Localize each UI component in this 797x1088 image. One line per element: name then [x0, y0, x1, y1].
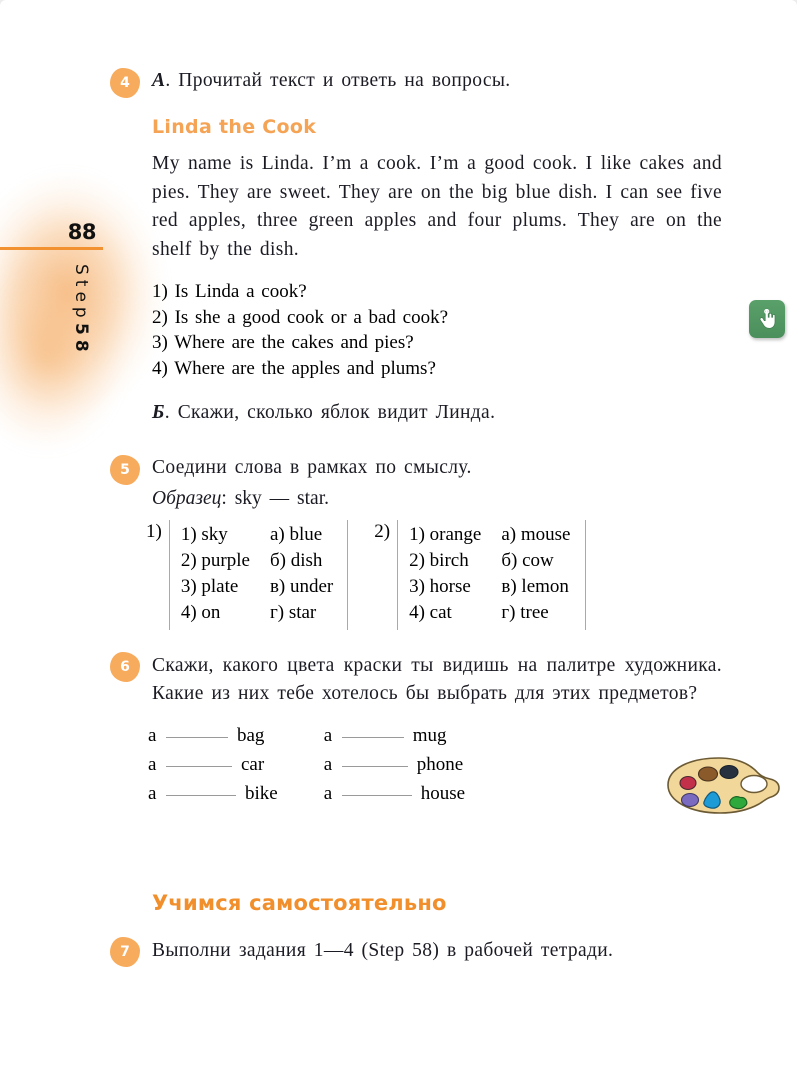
exercise-6-badge[interactable]: 6 [110, 652, 140, 682]
noun: phone [416, 754, 464, 776]
paint-blob-green [729, 796, 748, 810]
exercise-7-instruction: Выполни задания 1—4 (Step 58) в рабочей … [152, 940, 614, 962]
noun: house [420, 783, 466, 805]
blank-column-2: a mug a phone a house [324, 725, 465, 805]
blank-input-line[interactable] [341, 795, 412, 797]
list-item[interactable]: б) cow [501, 548, 570, 574]
noun: bike [245, 783, 278, 805]
matching-box-2-right-column: а) mouse б) cow в) lemon г) tree [501, 522, 570, 626]
matching-box-1: 1) sky 2) purple 3) plate 4) on а) blue … [168, 519, 349, 630]
list-item[interactable]: г) star [270, 600, 333, 626]
textbook-page: 88 Step 58 4 А. Прочитай текст и ответь … [0, 0, 797, 1088]
blank-line: a bag [148, 725, 278, 747]
part-a-marker: А [152, 70, 166, 91]
list-item[interactable]: а) mouse [501, 522, 570, 548]
paint-blob-purple [680, 792, 700, 808]
noun: bag [237, 725, 265, 747]
list-item[interactable]: 1) sky [181, 522, 250, 548]
blank-line: a mug [324, 725, 465, 747]
audio-interactive-button[interactable] [749, 300, 785, 338]
step-word: Step [71, 264, 91, 323]
exercise-5-instruction: Соедини слова в рамках по смыслу. [152, 457, 472, 479]
article: a [148, 725, 157, 747]
blank-line: a house [324, 783, 465, 805]
list-item: 4) Where are the apples and plums? [152, 358, 436, 380]
example-label: Образец [152, 488, 222, 510]
part-b-marker: Б [152, 401, 165, 423]
blank-line: a bike [148, 783, 278, 805]
exercise-5-example: Образец: sky — star. [152, 486, 722, 512]
hand-touch-icon [759, 308, 775, 329]
list-item[interactable]: в) lemon [501, 574, 570, 600]
exercise-6-instruction: Скажи, какого цвета краски ты видишь на … [152, 655, 722, 704]
blank-input-line[interactable] [166, 737, 228, 739]
blank-input-line[interactable] [166, 795, 236, 797]
step-vertical-label: Step 58 [0, 264, 103, 356]
matching-box-1-right-column: а) blue б) dish в) under г) star [270, 522, 333, 626]
list-item[interactable]: 1) orange [409, 522, 481, 548]
article: a [323, 754, 333, 776]
blank-column-1: a bag a car a bike [148, 725, 278, 805]
exercise-5: 5 Соедини слова в рамках по смыслу. Обра… [110, 455, 722, 630]
list-item[interactable]: 4) on [181, 600, 250, 626]
blank-line: a car [148, 754, 278, 776]
blank-line: a phone [324, 754, 465, 776]
noun: mug [412, 725, 447, 747]
page-number: 88 [67, 220, 97, 244]
exercise-4: 4 А. Прочитай текст и ответь на вопросы.… [110, 68, 722, 425]
article: a [323, 725, 333, 747]
matching-group-1: 1) 1) sky 2) purple 3) plate 4) on а) bl… [146, 519, 349, 630]
story-text: My name is Linda. I’m a cook. I’m a good… [152, 152, 722, 261]
matching-boxes-spacer [348, 520, 374, 630]
example-text: : sky — star. [221, 488, 329, 510]
paint-blob-navy [719, 764, 739, 780]
matching-group-1-label: 1) [146, 520, 162, 542]
margin-divider-rule [0, 247, 103, 250]
list-item: 3) Where are the cakes and pies? [152, 332, 414, 354]
list-item[interactable]: в) under [270, 574, 333, 600]
article: a [323, 783, 333, 805]
step-number: 58 [71, 322, 91, 357]
matching-box-1-left-column: 1) sky 2) purple 3) plate 4) on [181, 522, 250, 626]
blank-input-line[interactable] [166, 766, 232, 768]
list-item: 2) Is she a good cook or a bad cook? [152, 306, 449, 328]
exercise-7: 7 Выполни задания 1—4 (Step 58) в рабоче… [110, 937, 722, 968]
exercise-4-question-list: 1) Is Linda a cook? 2) Is she a good coo… [152, 279, 722, 382]
list-item[interactable]: б) dish [270, 548, 333, 574]
list-item[interactable]: 2) purple [181, 548, 250, 574]
article: a [148, 754, 157, 776]
matching-group-2: 2) 1) orange 2) birch 3) horse 4) cat а)… [374, 519, 586, 630]
section-heading: Учимся самостоятельно [152, 891, 447, 916]
blank-input-line[interactable] [341, 766, 408, 768]
exercise-4-badge[interactable]: 4 [110, 68, 140, 98]
matching-box-2-left-column: 1) orange 2) birch 3) horse 4) cat [409, 522, 481, 626]
artist-palette-illustration [661, 752, 781, 831]
story-title: Linda the Cook [152, 115, 317, 138]
list-item: 1) Is Linda a cook? [152, 281, 307, 303]
page-content: 4 А. Прочитай текст и ответь на вопросы.… [110, 68, 722, 968]
part-a-text: . Прочитай текст и ответь на вопросы. [165, 70, 511, 91]
blank-input-line[interactable] [341, 737, 404, 739]
article: a [148, 783, 157, 805]
list-item[interactable]: 4) cat [409, 600, 481, 626]
noun: car [241, 754, 265, 776]
exercise-6-blanks: a bag a car a bike a mug a phone a house [110, 725, 722, 805]
exercise-4-part-a-line: А. Прочитай текст и ответь на вопросы. [152, 68, 722, 94]
list-item[interactable]: 3) horse [409, 574, 481, 600]
list-item[interactable]: 2) birch [409, 548, 481, 574]
matching-group-2-label: 2) [374, 520, 391, 542]
list-item[interactable]: а) blue [270, 522, 333, 548]
section-learn-independently: Учимся самостоятельно [110, 891, 722, 915]
exercise-6: 6 Скажи, какого цвета краски ты видишь н… [110, 652, 722, 805]
paint-blob-red [679, 775, 697, 791]
list-item[interactable]: 3) plate [181, 574, 250, 600]
exercise-4-part-b-line: Б. Скажи, сколько яблок видит Линда. [152, 400, 722, 426]
part-b-text: . Скажи, сколько яблок видит Линда. [164, 401, 496, 423]
palette-thumb-hole [740, 774, 768, 794]
matching-boxes-row: 1) 1) sky 2) purple 3) plate 4) on а) bl… [110, 519, 722, 630]
page-margin-block: 88 Step 58 [0, 220, 110, 356]
list-item[interactable]: г) tree [501, 600, 570, 626]
paint-blob-brown [697, 766, 719, 782]
matching-box-2: 1) orange 2) birch 3) horse 4) cat а) mo… [397, 519, 586, 630]
